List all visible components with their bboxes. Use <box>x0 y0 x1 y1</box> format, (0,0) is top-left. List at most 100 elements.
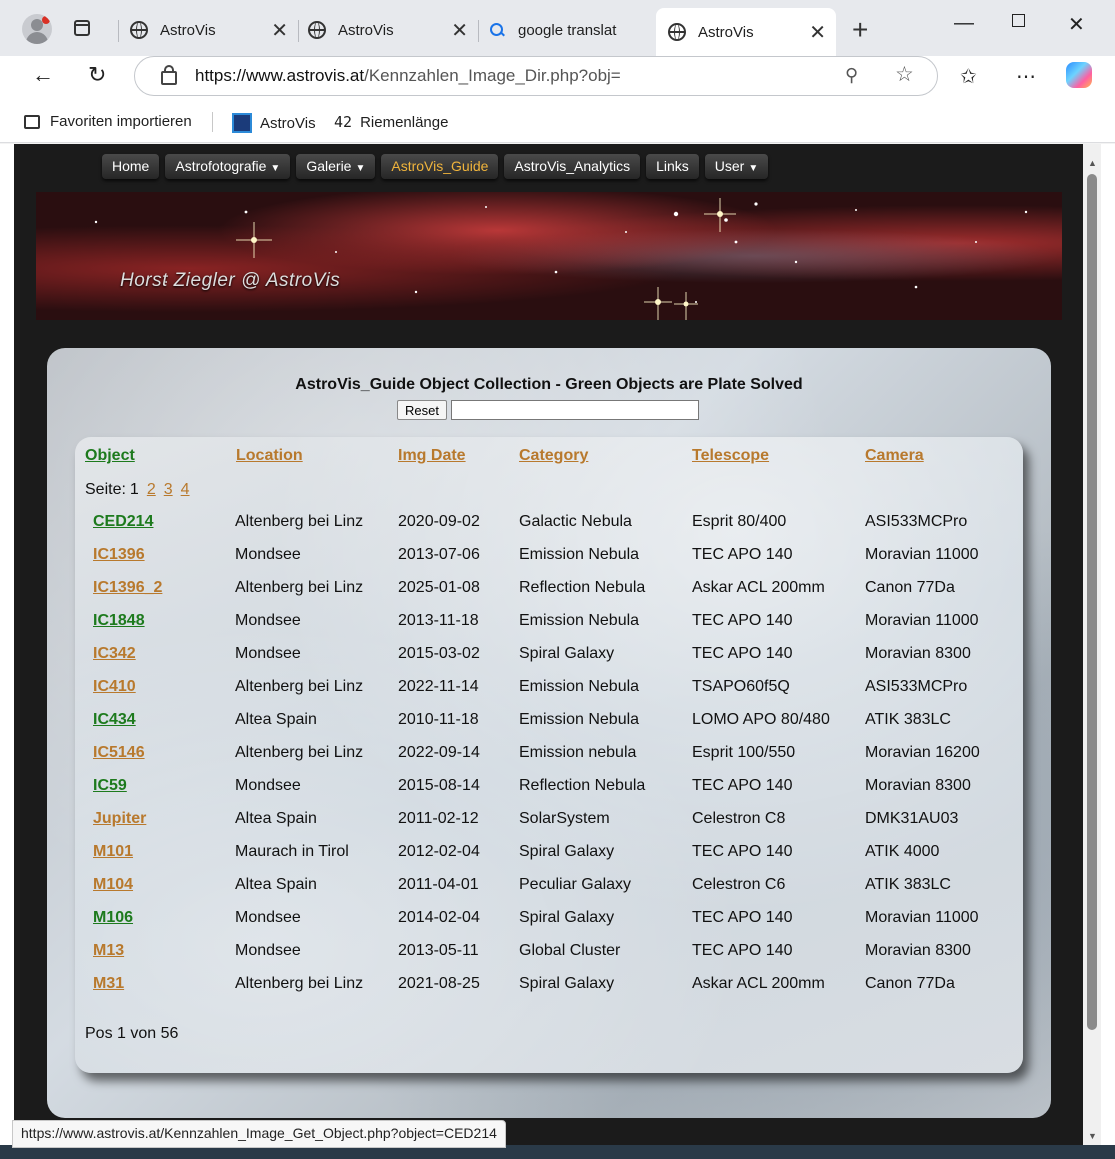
object-link[interactable]: M13 <box>93 942 124 960</box>
menu-astrofotografie[interactable]: Astrofotografie ▼ <box>165 154 291 179</box>
scroll-up-icon[interactable]: ▲ <box>1088 158 1097 168</box>
object-link[interactable]: IC1396_2 <box>93 579 162 597</box>
object-link[interactable]: M104 <box>93 876 133 894</box>
lock-icon[interactable] <box>161 65 177 85</box>
table-row: IC342 Mondsee 2015-03-02 Spiral Galaxy TEC A… <box>75 637 1023 670</box>
cell-location: Mondsee <box>235 777 301 794</box>
address-bar[interactable]: https://www.astrovis.at/Kennzahlen_Image… <box>134 56 938 96</box>
tab-title: AstroVis <box>698 23 754 41</box>
profile-avatar-icon[interactable] <box>22 14 52 44</box>
content-panel: AstroVis_Guide Object Collection - Green… <box>47 348 1051 1118</box>
maximize-icon[interactable] <box>1012 14 1025 27</box>
url-text[interactable]: https://www.astrovis.at/Kennzahlen_Image… <box>195 66 621 86</box>
close-tab-icon[interactable]: ✕ <box>271 18 288 43</box>
cell-category: Spiral Galaxy <box>519 975 615 992</box>
header-img-date[interactable]: Img Date <box>398 447 466 465</box>
browser-tab-1[interactable]: AstroVis ✕ <box>130 10 294 50</box>
more-options-icon[interactable]: ⋯ <box>1016 64 1036 89</box>
object-link[interactable]: M106 <box>93 909 133 927</box>
cell-category: Emission Nebula <box>519 612 640 629</box>
object-link[interactable]: IC342 <box>93 645 136 663</box>
favorites-list-icon[interactable]: ✩ <box>960 64 977 89</box>
object-link[interactable]: CED214 <box>93 513 153 531</box>
banner-signature: Horst Ziegler @ AstroVis <box>120 270 341 291</box>
cell-img-date: 2021-08-25 <box>398 975 480 992</box>
favorites-bar: Favoriten importieren AstroVis 42 Riemen… <box>0 102 1115 143</box>
page-link[interactable]: 3 <box>164 481 173 498</box>
tab-actions-icon[interactable] <box>74 20 90 36</box>
header-telescope[interactable]: Telescope <box>692 447 769 465</box>
cell-category: Spiral Galaxy <box>519 645 615 662</box>
cell-location: Mondsee <box>235 612 301 629</box>
cell-location: Mondsee <box>235 909 301 926</box>
back-arrow-icon[interactable]: ← <box>32 62 54 88</box>
cell-telescope: LOMO APO 80/480 <box>692 711 830 728</box>
zoom-icon[interactable]: ⚲ <box>845 65 858 86</box>
cell-camera: Moravian 11000 <box>865 546 979 563</box>
page-link[interactable]: 4 <box>181 481 190 498</box>
favorite-import[interactable]: Favoriten importieren <box>24 113 192 130</box>
browser-tab-2[interactable]: AstroVis ✕ <box>308 10 474 50</box>
cell-location: Altenberg bei Linz <box>235 579 364 596</box>
object-link[interactable]: IC410 <box>93 678 136 696</box>
reset-button[interactable]: Reset <box>397 400 447 420</box>
page-link[interactable]: 2 <box>147 481 156 498</box>
menu-galerie[interactable]: Galerie ▼ <box>296 154 376 179</box>
menu-home[interactable]: Home <box>102 154 160 179</box>
object-link[interactable]: IC1848 <box>93 612 145 630</box>
header-location[interactable]: Location <box>236 447 303 465</box>
object-link[interactable]: Jupiter <box>93 810 146 828</box>
object-link[interactable]: IC1396 <box>93 546 145 564</box>
menu-astrovis-analytics[interactable]: AstroVis_Analytics <box>504 154 641 179</box>
cell-img-date: 2011-04-01 <box>398 876 479 893</box>
scroll-down-icon[interactable]: ▼ <box>1088 1131 1097 1141</box>
close-tab-icon[interactable]: ✕ <box>451 18 468 43</box>
header-camera[interactable]: Camera <box>865 447 924 465</box>
cell-camera: Moravian 8300 <box>865 777 971 794</box>
favorite-riemenlaenge[interactable]: 42 Riemenlänge <box>334 113 448 131</box>
menu-links[interactable]: Links <box>646 154 699 179</box>
cell-camera: ATIK 383LC <box>865 876 951 893</box>
cell-category: Emission nebula <box>519 744 637 761</box>
new-tab-icon[interactable]: + <box>852 14 868 46</box>
favorite-star-icon[interactable]: ☆ <box>895 62 914 87</box>
header-category[interactable]: Category <box>519 447 588 465</box>
reload-icon[interactable]: ↻ <box>88 62 106 88</box>
object-link[interactable]: IC59 <box>93 777 127 795</box>
search-input[interactable] <box>450 400 699 420</box>
object-link[interactable]: IC434 <box>93 711 136 729</box>
page-scrollbar[interactable]: ▲ ▼ <box>1083 144 1101 1145</box>
cell-telescope: Celestron C6 <box>692 876 786 893</box>
cell-location: Maurach in Tirol <box>235 843 349 860</box>
dropdown-arrow-icon: ▼ <box>355 163 366 174</box>
cell-location: Altenberg bei Linz <box>235 678 364 695</box>
object-link[interactable]: M31 <box>93 975 124 993</box>
cell-category: Emission Nebula <box>519 546 640 563</box>
cell-telescope: TSAPO60f5Q <box>692 678 790 695</box>
copilot-icon[interactable] <box>1066 62 1092 88</box>
cell-location: Altea Spain <box>235 876 317 893</box>
header-object[interactable]: Object <box>85 447 135 465</box>
close-window-icon[interactable]: ✕ <box>1068 12 1085 37</box>
close-tab-icon[interactable]: ✕ <box>809 20 826 45</box>
tab-title: AstroVis <box>160 21 216 39</box>
browser-tab-3[interactable]: google translat <box>490 10 650 50</box>
banner-starfield <box>94 198 1028 320</box>
favorite-astrovis[interactable]: AstroVis <box>232 113 316 133</box>
cell-telescope: Celestron C8 <box>692 810 786 827</box>
table-row: M101 Maurach in Tirol 2012-02-04 Spiral Gal… <box>75 835 1023 868</box>
menu-astrovis-guide[interactable]: AstroVis_Guide <box>381 154 499 179</box>
cell-location: Mondsee <box>235 645 301 662</box>
object-link[interactable]: IC5146 <box>93 744 145 762</box>
cell-img-date: 2022-11-14 <box>398 678 479 695</box>
globe-icon <box>668 23 686 41</box>
cell-telescope: Askar ACL 200mm <box>692 975 825 992</box>
globe-icon <box>308 21 326 39</box>
browser-tab-active[interactable]: AstroVis ✕ <box>656 8 836 56</box>
table-row: Jupiter Altea Spain 2011-02-12 SolarSystem C… <box>75 802 1023 835</box>
menu-user[interactable]: User ▼ <box>704 154 769 179</box>
object-link[interactable]: M101 <box>93 843 133 861</box>
dropdown-arrow-icon: ▼ <box>270 163 281 174</box>
scrollbar-thumb[interactable] <box>1087 174 1097 1030</box>
minimize-icon[interactable]: — <box>954 12 974 35</box>
